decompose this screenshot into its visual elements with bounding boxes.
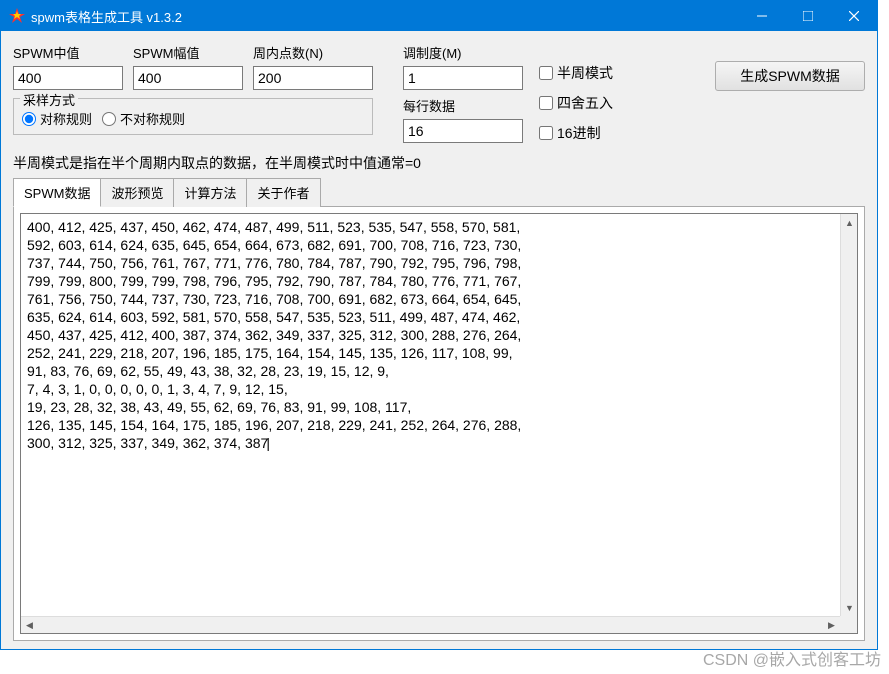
spwm-output[interactable]: 400, 412, 425, 437, 450, 462, 474, 487, … <box>21 214 840 616</box>
tab-spwm-data[interactable]: SPWM数据 <box>13 178 101 207</box>
scroll-down-icon[interactable]: ▼ <box>841 599 858 616</box>
amp-input[interactable] <box>133 66 243 90</box>
check-round[interactable]: 四舍五入 <box>539 93 613 113</box>
scroll-corner <box>840 616 857 633</box>
scroll-right-icon[interactable]: ▶ <box>823 617 840 634</box>
titlebar: spwm表格生成工具 v1.3.2 <box>1 1 877 31</box>
scroll-left-icon[interactable]: ◀ <box>21 617 38 634</box>
check-hex[interactable]: 16进制 <box>539 123 613 143</box>
hint-text: 半周模式是指在半个周期内取点的数据，在半周模式时中值通常=0 <box>13 153 865 173</box>
radio-asymmetric[interactable]: 不对称规则 <box>102 109 185 128</box>
sampling-legend: 采样方式 <box>20 90 78 109</box>
tab-waveform[interactable]: 波形预览 <box>100 178 174 207</box>
tab-bar: SPWM数据 波形预览 计算方法 关于作者 <box>13 177 865 207</box>
tab-calc[interactable]: 计算方法 <box>173 178 247 207</box>
radio-asymmetric-input[interactable] <box>102 112 116 126</box>
check-half[interactable]: 半周模式 <box>539 63 613 83</box>
mid-label: SPWM中值 <box>13 43 123 62</box>
radio-symmetric-input[interactable] <box>22 112 36 126</box>
generate-button[interactable]: 生成SPWM数据 <box>715 61 865 91</box>
scrollbar-horizontal[interactable]: ◀ ▶ <box>21 616 840 633</box>
check-half-input[interactable] <box>539 66 553 80</box>
output-wrap: 400, 412, 425, 437, 450, 462, 474, 487, … <box>20 213 858 634</box>
scroll-up-icon[interactable]: ▲ <box>841 214 858 231</box>
app-window: spwm表格生成工具 v1.3.2 SPWM中值 SPWM幅值 <box>0 0 878 650</box>
check-round-input[interactable] <box>539 96 553 110</box>
window-title: spwm表格生成工具 v1.3.2 <box>31 7 182 26</box>
m-input[interactable] <box>403 66 523 90</box>
perline-label: 每行数据 <box>403 96 523 115</box>
tab-content: 400, 412, 425, 437, 450, 462, 474, 487, … <box>13 207 865 641</box>
perline-input[interactable] <box>403 119 523 143</box>
check-hex-input[interactable] <box>539 126 553 140</box>
sampling-fieldset: 采样方式 对称规则 不对称规则 <box>13 98 373 135</box>
minimize-button[interactable] <box>739 1 785 31</box>
mid-input[interactable] <box>13 66 123 90</box>
scrollbar-vertical[interactable]: ▲ ▼ <box>840 214 857 616</box>
m-label: 调制度(M) <box>403 43 523 62</box>
maximize-button[interactable] <box>785 1 831 31</box>
radio-symmetric[interactable]: 对称规则 <box>22 109 92 128</box>
close-button[interactable] <box>831 1 877 31</box>
app-icon <box>9 8 25 24</box>
n-label: 周内点数(N) <box>253 43 373 62</box>
tab-about[interactable]: 关于作者 <box>246 178 320 207</box>
amp-label: SPWM幅值 <box>133 43 243 62</box>
n-input[interactable] <box>253 66 373 90</box>
